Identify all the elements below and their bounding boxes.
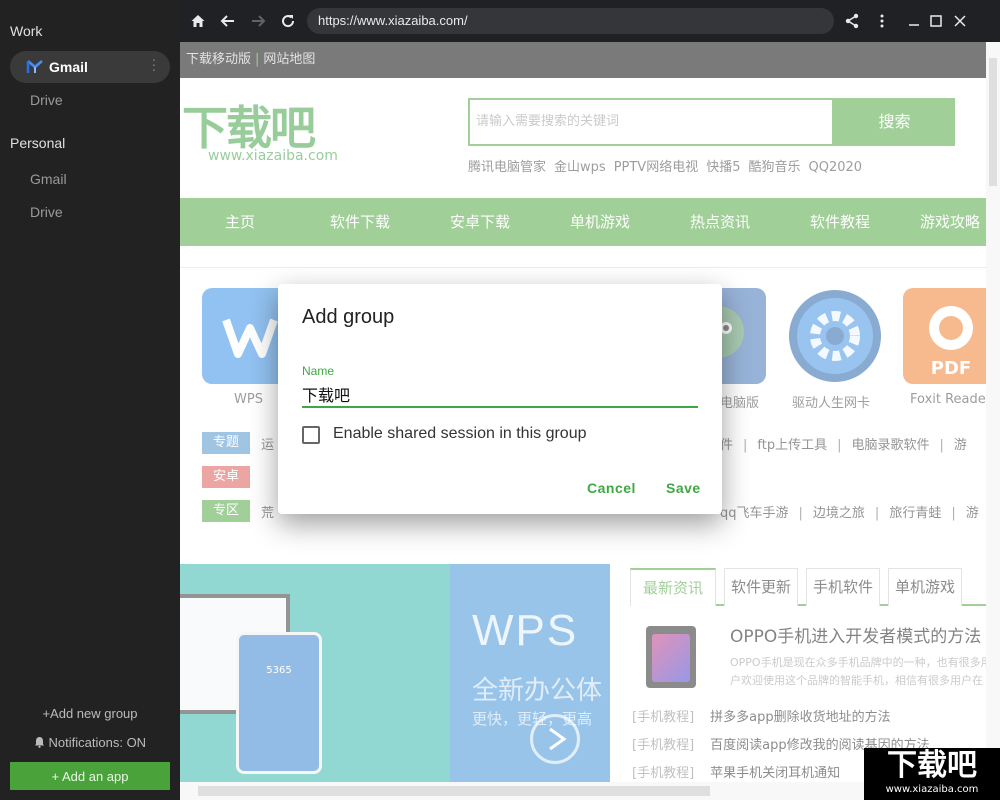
notifications-toggle[interactable]: Notifications: ON: [0, 735, 180, 750]
sidebar-item-work-gmail[interactable]: Gmail · · ·: [10, 51, 170, 83]
add-app-button[interactable]: + Add an app: [10, 762, 170, 790]
minimize-window-icon[interactable]: [904, 11, 924, 31]
cancel-button[interactable]: Cancel: [587, 480, 636, 496]
add-new-group-button[interactable]: +Add new group: [0, 706, 180, 721]
sidebar-item-label: Gmail: [30, 171, 67, 187]
sidebar-item-label: Drive: [30, 204, 63, 220]
share-icon[interactable]: [842, 11, 862, 31]
browser-toolbar: https://www.xiazaiba.com/: [180, 0, 1000, 42]
save-button[interactable]: Save: [666, 480, 701, 496]
notifications-label: Notifications: ON: [48, 735, 147, 750]
reload-icon[interactable]: [278, 11, 298, 31]
add-group-dialog: Add group Name Enable shared session in …: [278, 284, 722, 514]
shared-session-label[interactable]: Enable shared session in this group: [333, 425, 587, 443]
address-bar[interactable]: https://www.xiazaiba.com/: [307, 8, 834, 34]
back-arrow-icon[interactable]: [218, 11, 238, 31]
group-title-personal: Personal: [10, 135, 66, 151]
gmail-app-icon: [26, 59, 44, 75]
name-field-label: Name: [302, 364, 335, 378]
watermark-url: www.xiazaiba.com: [885, 784, 979, 795]
sidebar-item-personal-drive[interactable]: Drive: [10, 196, 170, 228]
close-window-icon[interactable]: [950, 11, 970, 31]
sidebar-item-label: Drive: [30, 92, 63, 108]
app-sidebar: Work Gmail · · · Drive Personal Gmail Driv…: [0, 0, 180, 800]
watermark-text: 下载吧: [887, 748, 977, 783]
more-options-icon[interactable]: · · ·: [152, 56, 156, 77]
forward-arrow-icon[interactable]: [248, 11, 268, 31]
bell-icon: [34, 735, 45, 750]
sidebar-item-label: Gmail: [49, 59, 88, 75]
group-title-work: Work: [10, 23, 43, 39]
sidebar-item-work-drive[interactable]: Drive: [10, 84, 170, 116]
group-name-input[interactable]: [302, 382, 698, 408]
home-icon[interactable]: [188, 11, 208, 31]
sidebar-item-personal-gmail[interactable]: Gmail: [10, 163, 170, 195]
shared-session-checkbox[interactable]: [302, 426, 320, 444]
dialog-title: Add group: [302, 306, 395, 328]
site-watermark: 下载吧 www.xiazaiba.com: [864, 748, 1000, 800]
maximize-window-icon[interactable]: [926, 11, 946, 31]
more-menu-icon[interactable]: [872, 11, 892, 31]
